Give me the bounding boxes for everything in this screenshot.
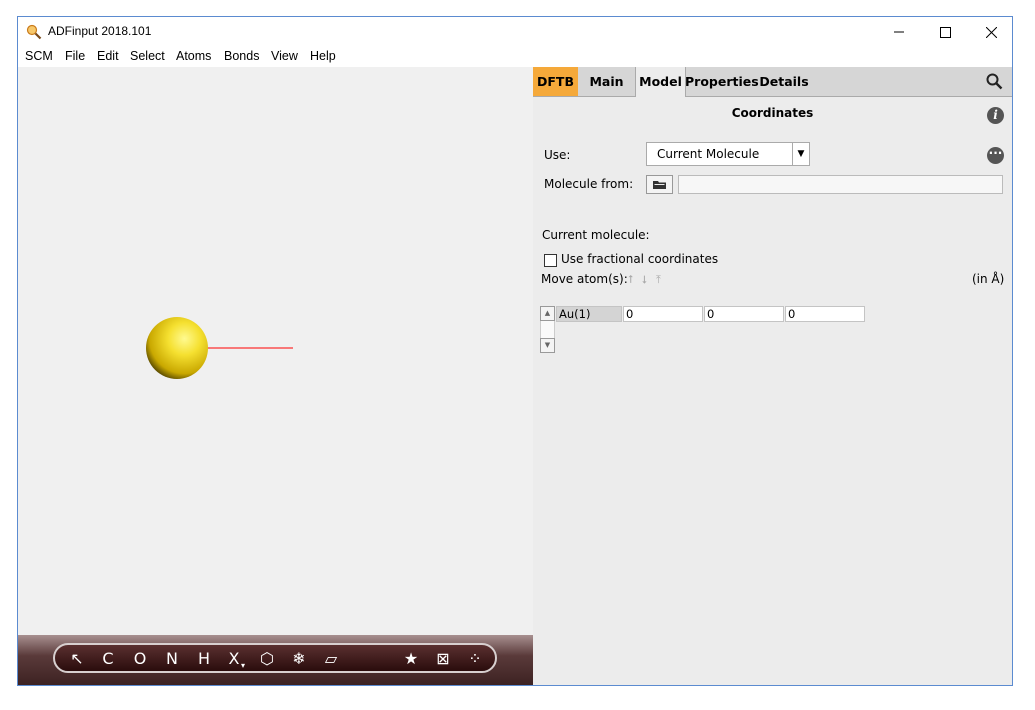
coord-z-input[interactable]: 0 (785, 306, 865, 322)
menu-select[interactable]: Select (130, 49, 165, 63)
menu-bonds[interactable]: Bonds (224, 49, 259, 63)
toolbar-band: ↖ C O N H X ▾ ⬡ ❄ ▱ ★ ⊠ ⁘ (18, 635, 533, 685)
adf-magnifier-icon (26, 24, 42, 40)
atom-name-cell[interactable]: Au(1) (556, 306, 622, 322)
tab-details[interactable]: Details (759, 67, 809, 96)
element-dropdown-icon[interactable]: ▾ (239, 655, 247, 677)
more-options-icon[interactable]: ··· (987, 147, 1004, 164)
molecule-canvas[interactable] (18, 67, 533, 627)
ring-icon[interactable]: ⬡ (257, 648, 277, 670)
use-select-value: Current Molecule (657, 147, 760, 161)
menu-file[interactable]: File (65, 49, 85, 63)
info-icon[interactable]: i (987, 107, 1004, 124)
fractional-coordinates-checkbox[interactable] (544, 254, 557, 267)
carbon-tool-button[interactable]: C (99, 648, 117, 670)
star-icon[interactable]: ★ (401, 648, 421, 670)
maximize-icon (939, 26, 951, 38)
move-top-icon[interactable]: ⤒ (656, 273, 661, 287)
scrollbar-track[interactable] (540, 321, 555, 338)
menu-edit[interactable]: Edit (97, 49, 119, 63)
search-icon[interactable] (986, 73, 1003, 90)
gold-atom[interactable] (146, 317, 208, 379)
current-molecule-label: Current molecule: (542, 228, 650, 242)
menu-view[interactable]: View (271, 49, 298, 63)
hydrogen-tool-button[interactable]: H (195, 648, 213, 670)
box-icon[interactable]: ⊠ (433, 648, 453, 670)
settings-panel: DFTB Main Model Properties Details Coord… (533, 67, 1012, 685)
window-title: ADFinput 2018.101 (48, 24, 152, 38)
open-folder-button[interactable] (646, 175, 673, 194)
coord-x-input[interactable]: 0 (623, 306, 703, 322)
tab-main[interactable]: Main (578, 67, 635, 96)
move-up-icon[interactable]: ⭡ (628, 273, 633, 287)
snowflake-icon[interactable]: ❄ (289, 648, 309, 670)
menu-bar: SCM File Edit Select Atoms Bonds View He… (18, 47, 1012, 67)
tab-dftb[interactable]: DFTB (533, 67, 578, 96)
menu-help[interactable]: Help (310, 49, 336, 63)
folder-icon (653, 181, 666, 189)
move-down-icon[interactable]: ⭣ (642, 273, 647, 287)
menu-atoms[interactable]: Atoms (176, 49, 211, 63)
scroll-down-button[interactable]: ▼ (540, 338, 555, 353)
menu-scm[interactable]: SCM (25, 49, 53, 63)
coord-y-input[interactable]: 0 (704, 306, 784, 322)
tab-bar: DFTB Main Model Properties Details (533, 67, 1012, 97)
oxygen-tool-button[interactable]: O (131, 648, 149, 670)
slab-icon[interactable]: ▱ (321, 648, 341, 670)
cluster-icon[interactable]: ⁘ (465, 648, 485, 670)
close-icon (985, 26, 997, 38)
maximize-button[interactable] (922, 17, 968, 47)
move-atoms-label: Move atom(s): (541, 272, 628, 286)
section-title: Coordinates (731, 106, 814, 120)
scroll-up-button[interactable]: ▲ (540, 306, 555, 321)
tab-properties[interactable]: Properties (685, 67, 759, 96)
minimize-button[interactable] (876, 17, 922, 47)
nitrogen-tool-button[interactable]: N (163, 648, 181, 670)
title-bar: ADFinput 2018.101 (18, 17, 1012, 47)
fractional-coordinates-label: Use fractional coordinates (561, 252, 719, 266)
app-window: ADFinput 2018.101 SCM File Edit Select A… (17, 16, 1013, 686)
use-label: Use: (544, 148, 571, 162)
molecule-from-label: Molecule from: (544, 177, 634, 191)
units-label: (in Å) (972, 272, 1005, 286)
tab-model[interactable]: Model (635, 67, 686, 97)
molecule-from-input[interactable] (678, 175, 1003, 194)
use-select[interactable]: Current Molecule ▼ (646, 142, 810, 166)
minimize-icon (894, 31, 904, 33)
close-button[interactable] (968, 17, 1012, 47)
chevron-down-icon[interactable]: ▼ (792, 143, 809, 165)
select-arrow-icon[interactable]: ↖ (67, 648, 87, 670)
molecule-viewport[interactable]: ↖ C O N H X ▾ ⬡ ❄ ▱ ★ ⊠ ⁘ (18, 67, 533, 685)
editing-toolbar: ↖ C O N H X ▾ ⬡ ❄ ▱ ★ ⊠ ⁘ (53, 643, 497, 673)
